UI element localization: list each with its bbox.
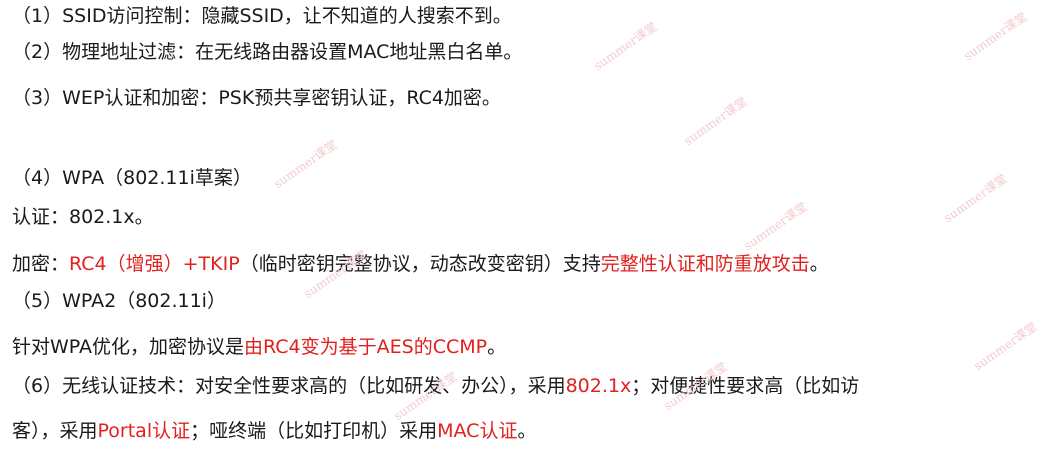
watermark: summer课堂 (271, 137, 340, 192)
line-wpa2-optimization: 针对WPA优化，加密协议是由RC4变为基于AES的CCMP。 (12, 333, 506, 361)
watermark: summer课堂 (681, 94, 750, 149)
text-segment: ；哑终端（比如打印机）采用 (190, 420, 438, 442)
watermark: summer课堂 (591, 19, 660, 74)
watermark: summer课堂 (971, 319, 1040, 374)
text-segment: （5）WPA2（802.11i） (12, 290, 226, 312)
line-wpa-auth: 认证：802.1x。 (12, 203, 154, 231)
text-segment: （1）SSID访问控制：隐藏SSID，让不知道的人搜索不到。 (12, 5, 512, 27)
watermark: summer课堂 (961, 9, 1030, 64)
text-segment: 认证：802.1x。 (12, 206, 154, 228)
text-segment: 客），采用 (12, 420, 98, 442)
text-segment: （4）WPA（802.11i草案） (12, 167, 252, 189)
line-wep: （3）WEP认证和加密：PSK预共享密钥认证，RC4加密。 (12, 84, 501, 112)
text-segment: 。 (809, 253, 829, 275)
text-segment: （临时密钥完整协议，动态改变密钥）支持 (239, 253, 601, 275)
highlight-mac-auth: MAC认证 (437, 420, 518, 442)
text-segment: ；对便捷性要求高（比如访 (631, 375, 860, 397)
text-segment: 。 (517, 420, 537, 442)
line-mac-filter: （2）物理地址过滤：在无线路由器设置MAC地址黑白名单。 (12, 38, 522, 66)
highlight-8021x: 802.1x (565, 375, 632, 397)
line-wpa-heading: （4）WPA（802.11i草案） (12, 164, 252, 192)
line-wpa-encryption: 加密：RC4（增强）+TKIP（临时密钥完整协议，动态改变密钥）支持完整性认证和… (12, 250, 829, 278)
text-segment: （6）无线认证技术：对安全性要求高的（比如研发、办公），采用 (12, 375, 566, 397)
highlight-portal-auth: Portal认证 (97, 420, 191, 442)
watermark: summer课堂 (941, 171, 1010, 226)
line-wpa2-heading: （5）WPA2（802.11i） (12, 287, 226, 315)
watermark: summer课堂 (741, 199, 810, 254)
highlight-integrity-replay: 完整性认证和防重放攻击 (600, 253, 810, 275)
text-segment: 针对WPA优化，加密协议是 (12, 336, 245, 358)
line-ssid: （1）SSID访问控制：隐藏SSID，让不知道的人搜索不到。 (12, 2, 512, 30)
line-auth-tech: （6）无线认证技术：对安全性要求高的（比如研发、办公），采用802.1x；对便捷… (12, 372, 859, 400)
highlight-rc4-tkip: RC4（增强）+TKIP (69, 253, 240, 275)
text-segment: （3）WEP认证和加密：PSK预共享密钥认证，RC4加密。 (12, 87, 501, 109)
text-segment: 。 (487, 336, 507, 358)
line-auth-tech-continued: 客），采用Portal认证；哑终端（比如打印机）采用MAC认证。 (12, 417, 536, 445)
text-segment: 加密： (12, 253, 70, 275)
text-segment: （2）物理地址过滤：在无线路由器设置MAC地址黑白名单。 (12, 41, 523, 63)
highlight-ccmp: 由RC4变为基于AES的CCMP (244, 336, 488, 358)
